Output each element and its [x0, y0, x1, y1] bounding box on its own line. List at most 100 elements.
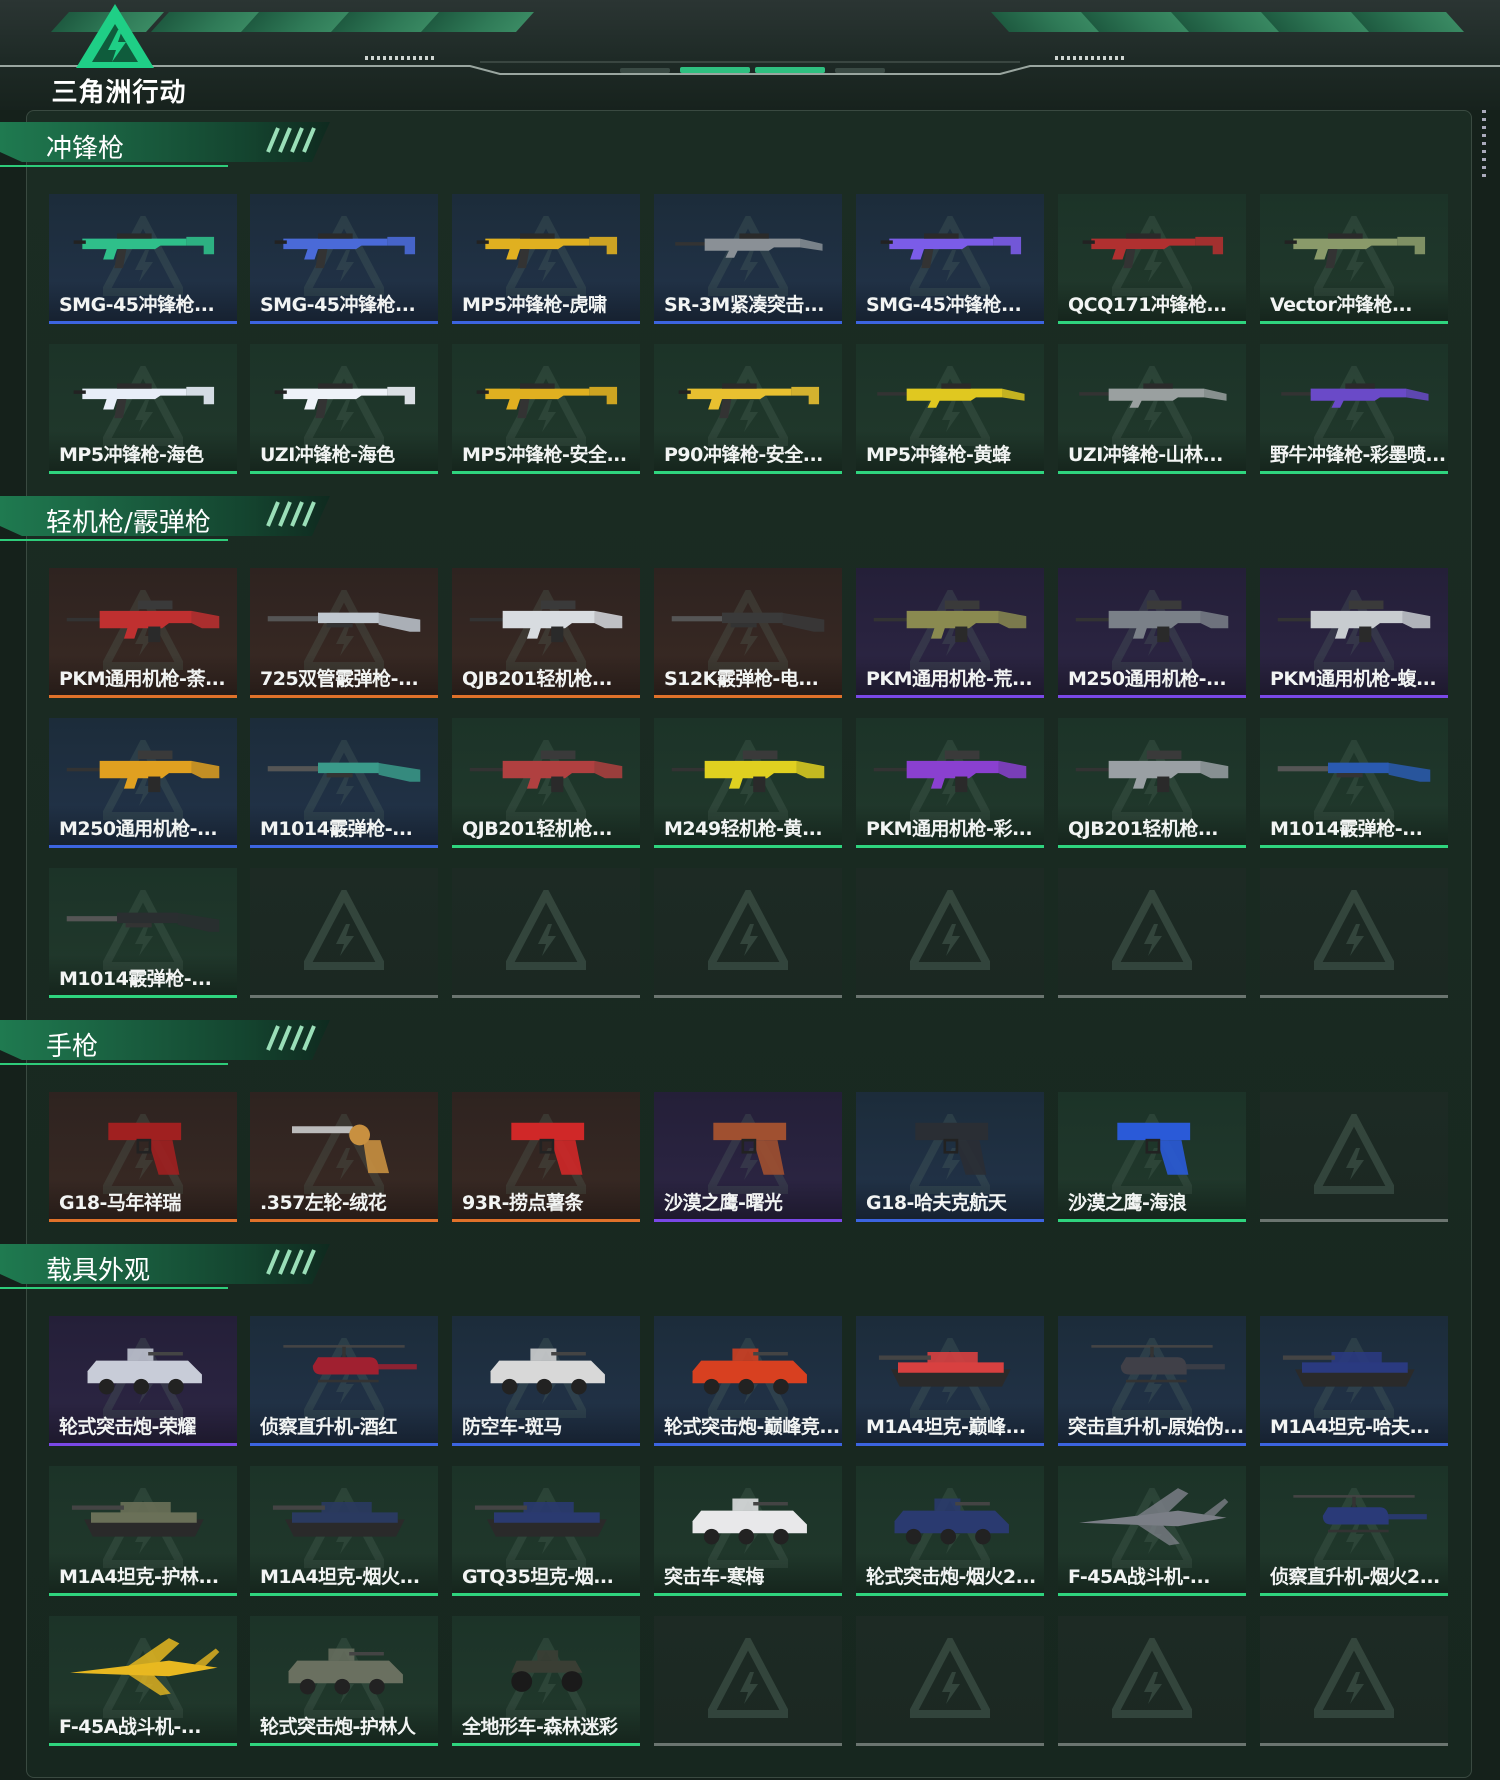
item-card[interactable]: UZI冲锋枪-山林...: [1058, 344, 1246, 474]
item-card[interactable]: 轮式突击炮-护林人: [250, 1616, 438, 1746]
item-card[interactable]: M1014霰弹枪-...: [49, 868, 237, 998]
shotgun-icon: [1277, 762, 1431, 782]
tank-icon: [71, 1502, 204, 1537]
item-card[interactable]: 轮式突击炮-烟火2...: [856, 1466, 1044, 1596]
item-card[interactable]: SMG-45冲锋枪...: [250, 194, 438, 324]
armored-vehicle-icon: [490, 1348, 605, 1395]
watermark-icon: [905, 1633, 995, 1718]
item-card[interactable]: 沙漠之鹰-海浪: [1058, 1092, 1246, 1222]
machine-gun-icon: [66, 600, 220, 643]
item-label: SMG-45冲锋枪...: [59, 294, 215, 316]
watermark-icon: [1309, 885, 1399, 970]
item-label: MP5冲锋枪-虎啸: [462, 294, 607, 316]
item-card[interactable]: QCQ171冲锋枪...: [1058, 194, 1246, 324]
shotgun-icon: [267, 612, 421, 632]
item-card[interactable]: S12K霰弹枪-电...: [654, 568, 842, 698]
item-card[interactable]: 野牛冲锋枪-彩墨喷...: [1260, 344, 1448, 474]
item-card[interactable]: F-45A战斗机-...: [1058, 1466, 1246, 1596]
watermark-icon: [299, 885, 389, 970]
item-card[interactable]: M250通用机枪-...: [1058, 568, 1246, 698]
item-card[interactable]: 侦察直升机-烟火2...: [1260, 1466, 1448, 1596]
item-card[interactable]: MP5冲锋枪-安全...: [452, 344, 640, 474]
item-card[interactable]: SMG-45冲锋枪...: [49, 194, 237, 324]
item-card[interactable]: 轮式突击炮-荣耀: [49, 1316, 237, 1446]
smg-icon: [880, 233, 1022, 269]
item-card[interactable]: M1A4坦克-烟火...: [250, 1466, 438, 1596]
empty-slot: [250, 868, 438, 998]
item-card[interactable]: UZI冲锋枪-海色: [250, 344, 438, 474]
item-card[interactable]: 突击车-寒梅: [654, 1466, 842, 1596]
smg-icon: [476, 383, 618, 419]
item-card[interactable]: 725双管霰弹枪-...: [250, 568, 438, 698]
item-card[interactable]: F-45A战斗机-...: [49, 1616, 237, 1746]
item-card[interactable]: MP5冲锋枪-虎啸: [452, 194, 640, 324]
item-label: 沙漠之鹰-海浪: [1068, 1192, 1187, 1214]
item-label: SMG-45冲锋枪...: [260, 294, 416, 316]
item-card[interactable]: M1A4坦克-巅峰...: [856, 1316, 1044, 1446]
item-label: 725双管霰弹枪-...: [260, 668, 419, 690]
item-card[interactable]: M1014霰弹枪-...: [1260, 718, 1448, 848]
item-label: 沙漠之鹰-曙光: [664, 1192, 783, 1214]
item-card[interactable]: G18-哈夫克航天: [856, 1092, 1044, 1222]
header-divider: [0, 56, 1500, 75]
armored-vehicle-icon: [692, 1348, 807, 1395]
item-label: F-45A战斗机-...: [1068, 1566, 1210, 1588]
item-card[interactable]: M1A4坦克-哈夫...: [1260, 1316, 1448, 1446]
scrollbar[interactable]: [1482, 110, 1486, 180]
item-card[interactable]: PKM通用机枪-蝮...: [1260, 568, 1448, 698]
pistol-icon: [713, 1122, 787, 1175]
item-card[interactable]: PKM通用机枪-荼...: [49, 568, 237, 698]
item-card[interactable]: 防空车-斑马: [452, 1316, 640, 1446]
item-card[interactable]: G18-马年祥瑞: [49, 1092, 237, 1222]
item-card[interactable]: PKM通用机枪-彩...: [856, 718, 1044, 848]
item-card[interactable]: MP5冲锋枪-黄蜂: [856, 344, 1044, 474]
watermark-icon: [1107, 885, 1197, 970]
item-card[interactable]: 全地形车-森林迷彩: [452, 1616, 640, 1746]
item-card[interactable]: M249轻机枪-黄...: [654, 718, 842, 848]
item-label: MP5冲锋枪-黄蜂: [866, 444, 1011, 466]
section-title: 轻机枪/霰弹枪: [46, 508, 211, 538]
item-label: M1014霰弹枪-...: [1270, 818, 1423, 840]
smg-icon: [274, 383, 416, 419]
item-card[interactable]: P90冲锋枪-安全...: [654, 344, 842, 474]
item-label: M1014霰弹枪-...: [59, 968, 212, 990]
item-label: 防空车-斑马: [462, 1416, 562, 1438]
item-card[interactable]: M1014霰弹枪-...: [250, 718, 438, 848]
item-card[interactable]: QJB201轻机枪...: [452, 718, 640, 848]
item-card[interactable]: M1A4坦克-护林...: [49, 1466, 237, 1596]
empty-slot: [1058, 1616, 1246, 1746]
item-card[interactable]: 93R-捞点薯条: [452, 1092, 640, 1222]
header-bar: 三角洲行动: [0, 0, 1500, 110]
item-card[interactable]: MP5冲锋枪-海色: [49, 344, 237, 474]
smg-icon: [476, 233, 618, 269]
item-label: PKM通用机枪-荼...: [59, 668, 226, 690]
machine-gun-icon: [469, 750, 623, 793]
rifle-icon: [675, 233, 823, 258]
item-card[interactable]: SMG-45冲锋枪...: [856, 194, 1044, 324]
item-card[interactable]: QJB201轻机枪...: [452, 568, 640, 698]
watermark-icon: [905, 885, 995, 970]
item-label: 轮式突击炮-荣耀: [59, 1416, 196, 1438]
section-header: 载具外观: [0, 1244, 330, 1298]
item-label: M1A4坦克-护林...: [59, 1566, 219, 1588]
item-card[interactable]: M250通用机枪-...: [49, 718, 237, 848]
helicopter-icon: [1293, 1495, 1427, 1533]
item-label: UZI冲锋枪-海色: [260, 444, 395, 466]
rifle-icon: [1079, 383, 1227, 408]
item-card[interactable]: Vector冲锋枪...: [1260, 194, 1448, 324]
item-card[interactable]: QJB201轻机枪...: [1058, 718, 1246, 848]
game-logo: 三角洲行动: [44, 2, 194, 108]
item-card[interactable]: PKM通用机枪-荒...: [856, 568, 1044, 698]
item-card[interactable]: 侦察直升机-酒红: [250, 1316, 438, 1446]
item-card[interactable]: 沙漠之鹰-曙光: [654, 1092, 842, 1222]
revolver-icon: [292, 1124, 390, 1174]
shotgun-icon: [66, 912, 220, 932]
item-card[interactable]: .357左轮-绒花: [250, 1092, 438, 1222]
item-card[interactable]: GTQ35坦克-烟...: [452, 1466, 640, 1596]
armored-vehicle-icon: [894, 1498, 1009, 1545]
item-card[interactable]: 轮式突击炮-巅峰竞...: [654, 1316, 842, 1446]
item-card[interactable]: SR-3M紧凑突击...: [654, 194, 842, 324]
item-label: .357左轮-绒花: [260, 1192, 387, 1214]
item-card[interactable]: 突击直升机-原始伪...: [1058, 1316, 1246, 1446]
item-label: PKM通用机枪-彩...: [866, 818, 1033, 840]
